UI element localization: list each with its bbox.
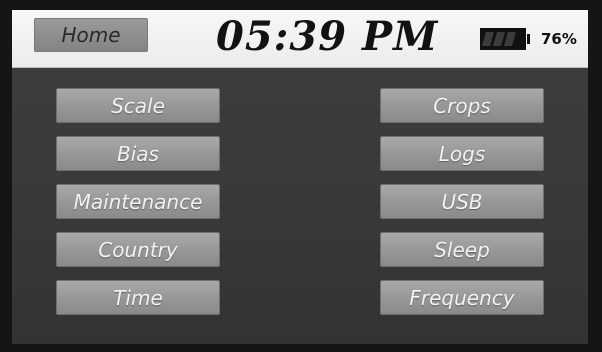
battery-body [480,28,526,50]
clock-time: 05:39 PM [216,13,439,60]
logs-button[interactable]: Logs [380,136,544,171]
battery-percent: 76% [541,30,577,48]
usb-button[interactable]: USB [380,184,544,219]
frequency-button[interactable]: Frequency [380,280,544,315]
battery-fill [482,31,523,47]
crops-button[interactable]: Crops [380,88,544,123]
country-button[interactable]: Country [56,232,220,267]
scale-button[interactable]: Scale [56,88,220,123]
screen: Home 05:39 PM 76% Scale Bias Maintenance… [12,10,588,344]
battery-icon [480,28,532,50]
battery-tip [527,34,530,44]
bias-button[interactable]: Bias [56,136,220,171]
time-button[interactable]: Time [56,280,220,315]
sleep-button[interactable]: Sleep [380,232,544,267]
header-bar: Home 05:39 PM 76% [12,10,588,68]
maintenance-button[interactable]: Maintenance [56,184,220,219]
home-button[interactable]: Home [34,18,148,52]
device-frame: Home 05:39 PM 76% Scale Bias Maintenance… [0,0,602,352]
